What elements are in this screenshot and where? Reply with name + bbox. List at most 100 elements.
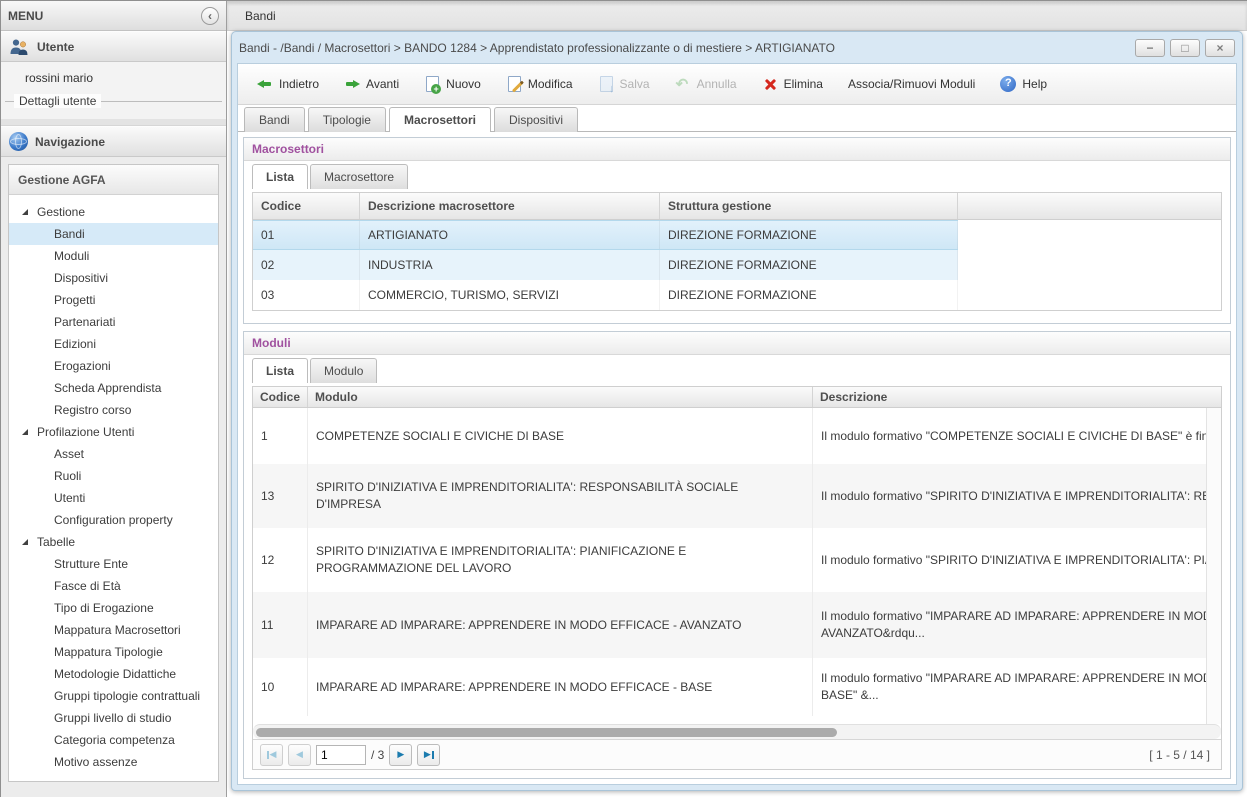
table-row[interactable]: 01ARTIGIANATODIREZIONE FORMAZIONE bbox=[253, 220, 1221, 250]
macrosettori-panel-title: Macrosettori bbox=[244, 138, 1230, 161]
tree-item-label: Tabelle bbox=[37, 535, 75, 549]
sidebar-collapse-button[interactable]: ‹ bbox=[201, 7, 219, 25]
tree-expand-arrow-icon[interactable] bbox=[22, 429, 28, 435]
tab-lista-moduli[interactable]: Lista bbox=[252, 358, 308, 383]
tree-item-gestione[interactable]: Gestione bbox=[9, 201, 218, 223]
last-page-button[interactable]: ▶ bbox=[417, 744, 440, 766]
table-row[interactable]: 10IMPARARE AD IMPARARE: APPRENDERE IN MO… bbox=[253, 658, 1206, 716]
table-row[interactable]: 13SPIRITO D'INIZIATIVA E IMPRENDITORIALI… bbox=[253, 464, 1206, 528]
close-button[interactable]: × bbox=[1205, 39, 1235, 57]
tab-macrosettore[interactable]: Macrosettore bbox=[310, 164, 408, 189]
page-range-label: [ 1 - 5 / 14 ] bbox=[1149, 748, 1214, 762]
horizontal-scrollbar-thumb[interactable] bbox=[256, 728, 837, 737]
navigation-tree-wrapper: Gestione AGFA GestioneBandiModuliDisposi… bbox=[1, 157, 226, 797]
first-page-button[interactable]: ◀ bbox=[260, 744, 283, 766]
tree-item-dispositivi[interactable]: Dispositivi bbox=[9, 267, 218, 289]
tree-item-label: Utenti bbox=[54, 491, 85, 505]
table-row[interactable]: 03COMMERCIO, TURISMO, SERVIZIDIREZIONE F… bbox=[253, 280, 1221, 310]
page-number-input[interactable] bbox=[316, 745, 366, 765]
tree-item-label: Categoria competenza bbox=[54, 733, 175, 747]
tree-item-asset[interactable]: Asset bbox=[9, 443, 218, 465]
window-titlebar[interactable]: Bandi - /Bandi / Macrosettori > BANDO 12… bbox=[232, 32, 1242, 63]
toolbar-button-salva[interactable]: Salva bbox=[589, 72, 659, 96]
tree-item-tabelle[interactable]: Tabelle bbox=[9, 531, 218, 553]
tab-lista-macrosettori[interactable]: Lista bbox=[252, 164, 308, 189]
page-total-label: / 3 bbox=[371, 748, 384, 762]
tree-item-label: Mappatura Macrosettori bbox=[54, 623, 181, 637]
tree-item-bandi[interactable]: Bandi bbox=[9, 223, 218, 245]
tab-macrosettori[interactable]: Macrosettori bbox=[389, 107, 491, 132]
column-header-codice[interactable]: Codice bbox=[253, 193, 360, 219]
tree-item-metodologie-didattiche[interactable]: Metodologie Didattiche bbox=[9, 663, 218, 685]
vertical-scrollbar[interactable] bbox=[1206, 408, 1221, 724]
horizontal-scrollbar[interactable] bbox=[253, 724, 1221, 739]
tree-item-mappatura-macrosettori[interactable]: Mappatura Macrosettori bbox=[9, 619, 218, 641]
maximize-button[interactable]: □ bbox=[1170, 39, 1200, 57]
user-details-legend: Dettagli utente bbox=[5, 94, 222, 108]
moduli-panel: Moduli Lista Modulo Codice Modulo Descri… bbox=[243, 331, 1231, 779]
column-header-struttura-gestione[interactable]: Struttura gestione bbox=[660, 193, 958, 219]
table-row[interactable]: 11IMPARARE AD IMPARARE: APPRENDERE IN MO… bbox=[253, 592, 1206, 658]
column-header-descrizione-macrosettore[interactable]: Descrizione macrosettore bbox=[360, 193, 660, 219]
tree-item-gruppi-tipologie-contrattuali[interactable]: Gruppi tipologie contrattuali bbox=[9, 685, 218, 707]
tree-item-categoria-competenza[interactable]: Categoria competenza bbox=[9, 729, 218, 751]
cell-descrizione: ARTIGIANATO bbox=[360, 221, 660, 249]
tab-modulo[interactable]: Modulo bbox=[310, 358, 377, 383]
tree-item-utenti[interactable]: Utenti bbox=[9, 487, 218, 509]
column-header-codice[interactable]: Codice bbox=[253, 387, 308, 407]
user-details-label[interactable]: Dettagli utente bbox=[14, 94, 101, 108]
tree-item-fasce-di-età[interactable]: Fasce di Età bbox=[9, 575, 218, 597]
sidebar-menu-header: MENU ‹ bbox=[1, 1, 226, 31]
tree-item-gruppi-livello-di-studio[interactable]: Gruppi livello di studio bbox=[9, 707, 218, 729]
toolbar-button-associa-rimuovi-moduli[interactable]: Associa/Rimuovi Moduli bbox=[839, 73, 984, 95]
tree-item-label: Erogazioni bbox=[54, 359, 111, 373]
toolbar-button-annulla[interactable]: Annulla bbox=[666, 72, 746, 96]
table-row[interactable]: 1COMPETENZE SOCIALI E CIVICHE DI BASEIl … bbox=[253, 408, 1206, 464]
toolbar-button-modifica[interactable]: Modifica bbox=[497, 72, 582, 96]
tree-item-label: Partenariati bbox=[54, 315, 115, 329]
toolbar-button-nuovo[interactable]: Nuovo bbox=[415, 72, 490, 96]
tree-item-partenariati[interactable]: Partenariati bbox=[9, 311, 218, 333]
window-body: Indietro Avanti Nuovo Modifica Salva Annulla E… bbox=[237, 63, 1237, 785]
macrosettori-panel: Macrosettori Lista Macrosettore Codice D… bbox=[243, 137, 1231, 324]
minimize-button[interactable]: − bbox=[1135, 39, 1165, 57]
toolbar-button-help[interactable]: Help bbox=[991, 72, 1056, 96]
tree-item-label: Bandi bbox=[54, 227, 85, 241]
column-header-modulo[interactable]: Modulo bbox=[308, 387, 813, 407]
pagination-bar: ◀ ◀ / 3 ▶ ▶ [ 1 - 5 / 14 ] bbox=[253, 739, 1221, 769]
toolbar-button-indietro[interactable]: Indietro bbox=[248, 72, 328, 96]
tree-item-progetti[interactable]: Progetti bbox=[9, 289, 218, 311]
tree-item-scheda-apprendista[interactable]: Scheda Apprendista bbox=[9, 377, 218, 399]
window-tab-strip: BandiTipologieMacrosettoriDispositivi bbox=[238, 105, 1236, 132]
tree-item-registro-corso[interactable]: Registro corso bbox=[9, 399, 218, 421]
tab-bandi[interactable]: Bandi bbox=[244, 107, 305, 132]
user-section-header[interactable]: Utente bbox=[1, 31, 226, 62]
next-page-button[interactable]: ▶ bbox=[389, 744, 412, 766]
tree-item-label: Registro corso bbox=[54, 403, 131, 417]
tree-item-mappatura-tipologie[interactable]: Mappatura Tipologie bbox=[9, 641, 218, 663]
tree-expand-arrow-icon[interactable] bbox=[22, 539, 28, 545]
tree-item-ruoli[interactable]: Ruoli bbox=[9, 465, 218, 487]
row-filler bbox=[958, 220, 1221, 250]
tree-item-profilazione-utenti[interactable]: Profilazione Utenti bbox=[9, 421, 218, 443]
previous-page-button[interactable]: ◀ bbox=[288, 744, 311, 766]
outer-tab-bandi[interactable]: Bandi bbox=[245, 9, 276, 23]
toolbar-button-elimina[interactable]: Elimina bbox=[753, 72, 832, 96]
table-row[interactable]: 02INDUSTRIADIREZIONE FORMAZIONE bbox=[253, 250, 1221, 280]
tree-item-motivo-assenze[interactable]: Motivo assenze bbox=[9, 751, 218, 773]
tree-item-erogazioni[interactable]: Erogazioni bbox=[9, 355, 218, 377]
toolbar-button-label: Nuovo bbox=[446, 77, 481, 91]
table-row[interactable]: 12SPIRITO D'INIZIATIVA E IMPRENDITORIALI… bbox=[253, 528, 1206, 592]
column-header-descrizione[interactable]: Descrizione bbox=[813, 387, 1221, 407]
tree-expand-arrow-icon[interactable] bbox=[22, 209, 28, 215]
tree-item-label: Scheda Apprendista bbox=[54, 381, 161, 395]
tree-item-configuration-property[interactable]: Configuration property bbox=[9, 509, 218, 531]
navigation-section-header[interactable]: Navigazione bbox=[1, 126, 226, 157]
tree-item-moduli[interactable]: Moduli bbox=[9, 245, 218, 267]
tab-dispositivi[interactable]: Dispositivi bbox=[494, 107, 578, 132]
tree-item-strutture-ente[interactable]: Strutture Ente bbox=[9, 553, 218, 575]
tree-item-edizioni[interactable]: Edizioni bbox=[9, 333, 218, 355]
tree-item-tipo-di-erogazione[interactable]: Tipo di Erogazione bbox=[9, 597, 218, 619]
tab-tipologie[interactable]: Tipologie bbox=[308, 107, 386, 132]
toolbar-button-avanti[interactable]: Avanti bbox=[335, 72, 408, 96]
